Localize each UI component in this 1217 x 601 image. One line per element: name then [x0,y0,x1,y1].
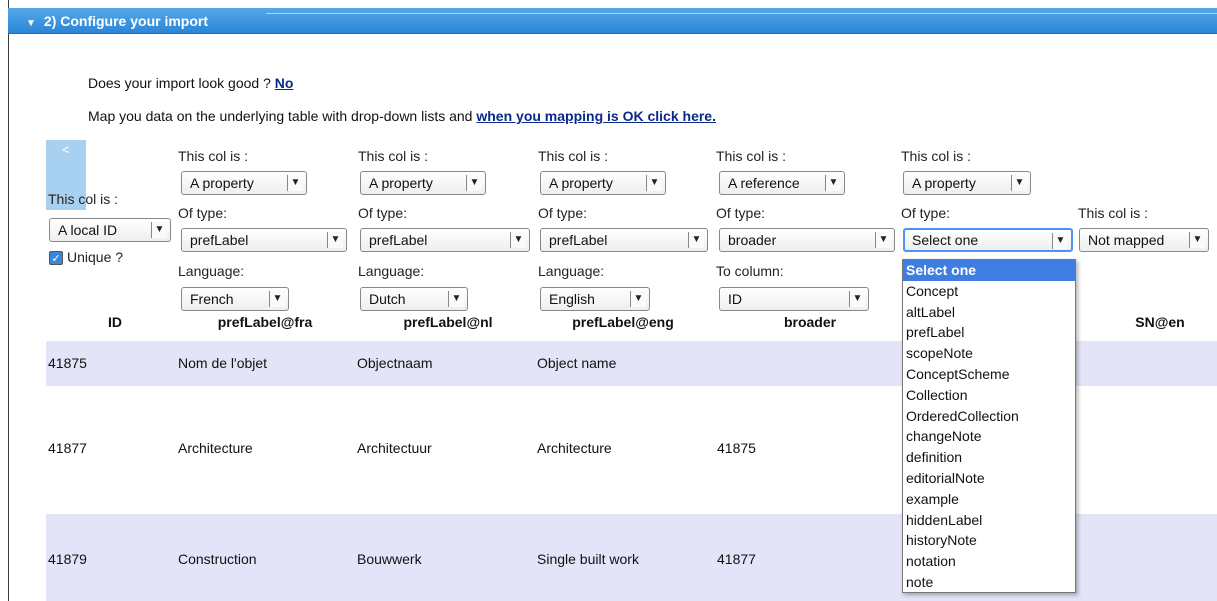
cell-preflabel-nl: Bouwwerk [357,551,422,567]
col1-type-select[interactable]: prefLabel ▼ [181,228,347,252]
col5-of-type-label: Of type: [901,205,951,221]
cell-preflabel-eng: Object name [537,355,617,371]
col3-type-select[interactable]: prefLabel ▼ [540,228,708,252]
dropdown-option[interactable]: changeNote [903,426,1075,447]
dropdown-option[interactable]: hiddenLabel [903,510,1075,531]
chevron-down-icon: ▼ [630,291,646,307]
cell-preflabel-eng: Architecture [537,440,612,456]
col4-to-column-label: To column: [716,263,784,279]
col5-role-select[interactable]: A property ▼ [903,171,1031,195]
chevron-down-icon: ▼ [688,232,704,248]
col-header-sn-en: SN@en [1135,314,1185,330]
chevron-down-icon: ▼ [327,232,343,248]
cell-preflabel-nl: Architectuur [357,440,432,456]
dropdown-option[interactable]: notation [903,551,1075,572]
section-title: 2) Configure your import [43,13,209,29]
chevron-left-icon: < [62,142,70,157]
cell-preflabel-fra: Nom de l'objet [178,355,268,371]
dropdown-option[interactable]: scopeNote [903,343,1075,364]
col4-role-select[interactable]: A reference ▼ [719,171,845,195]
col2-language-select[interactable]: Dutch ▼ [360,287,468,311]
col1-language-select[interactable]: French ▼ [181,287,289,311]
dropdown-option[interactable]: Select one [903,260,1075,281]
col3-language-label: Language: [538,263,605,279]
col-header-broader: broader [783,314,837,330]
header-divider [266,13,1217,14]
cell-broader: 41877 [717,551,756,567]
chevron-down-icon: ▼ [825,175,841,191]
cell-id: 41877 [48,440,87,456]
col2-type-select[interactable]: prefLabel ▼ [360,228,530,252]
chevron-down-icon: ▼ [875,232,891,248]
col2-language-label: Language: [358,263,425,279]
cell-id: 41879 [48,551,87,567]
cell-preflabel-fra: Architecture [178,440,253,456]
col-header-preflabel-fra: prefLabel@fra [217,314,313,330]
dropdown-option[interactable]: Collection [903,385,1075,406]
col3-role-select[interactable]: A property ▼ [540,171,666,195]
col1-this-col-label: This col is : [178,148,249,164]
col3-this-col-label: This col is : [538,148,609,164]
cell-preflabel-nl: Objectnaam [357,355,433,371]
dropdown-option[interactable]: ConceptScheme [903,364,1075,385]
section-header[interactable]: ▼ 2) Configure your import [8,8,1217,34]
chevron-down-icon: ▼ [1189,232,1205,248]
col0-this-col-label: This col is : [48,191,119,207]
chevron-down-icon: ▼ [646,175,662,191]
dropdown-option[interactable]: definition [903,447,1075,468]
col-header-id: ID [108,314,122,330]
no-link[interactable]: No [275,75,294,91]
col4-type-select[interactable]: broader ▼ [719,228,895,252]
unique-label: Unique ? [67,249,124,265]
unique-checkbox[interactable]: ✓ [49,251,63,265]
col6-this-col-label: This col is : [1078,205,1149,221]
col4-to-column-select[interactable]: ID ▼ [719,287,869,311]
col-header-preflabel-nl: prefLabel@nl [403,314,493,330]
type-dropdown-list[interactable]: Select one Concept altLabel prefLabel scopeN… [902,259,1076,593]
cell-broader: 41875 [717,440,756,456]
col2-role-select[interactable]: A property ▼ [360,171,486,195]
chevron-down-icon: ▼ [287,175,303,191]
cell-id: 41875 [48,355,87,371]
col1-language-label: Language: [178,263,245,279]
mapping-instructions: Map you data on the underlying table wit… [88,108,716,124]
col2-this-col-label: This col is : [358,148,429,164]
dropdown-option[interactable]: example [903,489,1075,510]
triangle-down-icon[interactable]: ▼ [26,11,36,37]
col4-of-type-label: Of type: [716,205,766,221]
cell-preflabel-fra: Construction [178,551,257,567]
col2-of-type-label: Of type: [358,205,408,221]
col1-role-select[interactable]: A property ▼ [181,171,307,195]
col6-role-select[interactable]: Not mapped ▼ [1079,228,1209,252]
col1-of-type-label: Of type: [178,205,228,221]
dropdown-option[interactable]: note [903,572,1075,593]
chevron-down-icon: ▼ [510,232,526,248]
col0-role-select[interactable]: A local ID ▼ [49,218,171,242]
dropdown-option[interactable]: editorialNote [903,468,1075,489]
chevron-down-icon: ▼ [849,291,865,307]
chevron-down-icon: ▼ [1052,233,1068,249]
cell-preflabel-eng: Single built work [537,551,639,567]
dropdown-option[interactable]: Concept [903,281,1075,302]
dropdown-option[interactable]: historyNote [903,530,1075,551]
col4-this-col-label: This col is : [716,148,787,164]
dropdown-option[interactable]: altLabel [903,302,1075,323]
dropdown-option[interactable]: prefLabel [903,322,1075,343]
col5-this-col-label: This col is : [901,148,972,164]
chevron-down-icon: ▼ [269,291,285,307]
col3-of-type-label: Of type: [538,205,588,221]
chevron-down-icon: ▼ [1011,175,1027,191]
chevron-down-icon: ▼ [151,222,167,238]
chevron-down-icon: ▼ [466,175,482,191]
dropdown-option[interactable]: OrderedCollection [903,406,1075,427]
chevron-down-icon: ▼ [448,291,464,307]
col3-language-select[interactable]: English ▼ [540,287,650,311]
mapping-ok-link[interactable]: when you mapping is OK click here. [476,108,716,124]
col-header-preflabel-eng: prefLabel@eng [572,314,674,330]
import-question: Does your import look good ? No [88,75,294,91]
col5-type-select[interactable]: Select one ▼ [903,228,1073,252]
